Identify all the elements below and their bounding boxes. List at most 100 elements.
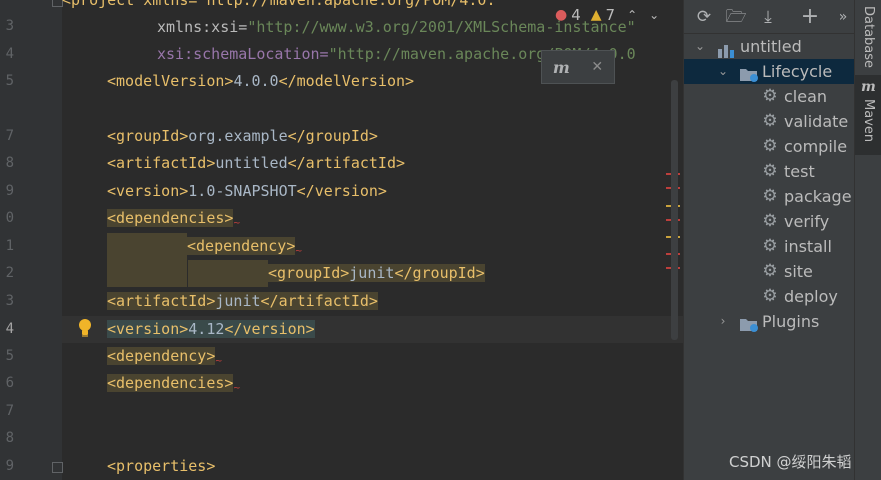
generate-sources-folder-icon[interactable]: 🗁 [725,6,747,28]
line-gutter: 3 4 5 7 8 9 0 1 2 3 4 5 6 7 8 9 [0,0,63,480]
line-number: 9 [5,458,14,474]
code-line-properties: <properties> [62,453,683,480]
xml-tag: </groupId> [287,127,378,145]
lifecycle-folder-icon [739,65,758,82]
tree-item-goal[interactable]: ⚙ test [684,159,855,184]
xml-tag: <artifactId> [107,154,216,172]
error-squiggle: ~ [233,381,241,394]
maven-icon: m [861,79,876,95]
gear-icon: ⚙ [762,86,778,106]
xml-attr: xsi:schemaLocation= [157,45,329,63]
chevron-down-icon[interactable]: ⌄ [717,59,729,84]
chevron-right-icon[interactable]: › [717,309,729,334]
vertical-scrollbar[interactable] [671,80,678,340]
line-number: 8 [5,430,14,446]
xml-tag: <artifactId> [107,292,216,310]
line-number: 7 [5,403,14,419]
tree-item-label: Plugins [762,312,820,331]
code-line-version: <version>1.0-SNAPSHOT</version> [62,178,683,205]
tree-item-goal[interactable]: ⚙ clean [684,84,855,109]
maven-project-icon [717,40,735,58]
error-count: 4 [571,6,581,24]
tree-item-project[interactable]: ⌄ untitled [684,34,855,59]
gear-icon: ⚙ [762,136,778,156]
close-icon[interactable]: ✕ [591,59,603,75]
line-number: 3 [5,18,14,34]
line-number: 3 [5,293,14,309]
watermark: CSDN @绥阳朱韬 [729,453,852,471]
tree-item-label: Lifecycle [762,62,833,81]
xml-tag: <dependencies> [107,374,234,392]
maven-tool-window: ⟳ 🗁 ⤓ + » ⌄ untitled ⌄ Lifecycle ⚙ clean … [683,0,855,480]
tree-item-goal[interactable]: ⚙ compile [684,134,855,159]
tree-item-goal[interactable]: ⚙ install [684,234,855,259]
code-line-group-id: <groupId>org.example</groupId> [62,123,683,150]
maven-toolbar: ⟳ 🗁 ⤓ + » [684,0,855,34]
code-line-dependencies-open: <dependencies>~ [62,205,683,232]
tree-item-label: install [784,237,832,256]
xml-tag: </artifactId> [287,154,406,172]
tree-item-label: untitled [740,37,802,56]
tab-maven[interactable]: m Maven [855,75,881,155]
add-icon[interactable]: + [799,6,821,28]
gear-icon: ⚙ [762,161,778,181]
lightbulb-icon[interactable] [77,318,93,338]
tree-item-goal[interactable]: ⚙ deploy [684,284,855,309]
xml-tag: <properties> [107,457,216,475]
right-tool-rail: Database m Maven [854,0,881,480]
tree-item-label: clean [784,87,828,106]
inspection-widget[interactable]: ● 4 ▲ 7 ⌃ ⌄ [555,4,659,26]
xml-attr: xmlns:xsi= [157,18,248,36]
xml-tag: <dependency> [187,237,296,255]
error-squiggle: ~ [233,216,241,229]
line-number: 2 [5,265,14,281]
error-squiggle: ~ [295,244,302,257]
xml-text: untitled [215,154,288,172]
tree-item-goal[interactable]: ⚙ site [684,259,855,284]
line-number: 6 [5,375,14,391]
xml-text: 4.0.0 [233,72,279,90]
xml-tag: <modelVersion> [107,72,234,90]
tree-item-goal[interactable]: ⚙ package [684,184,855,209]
tab-label: Database [861,6,876,69]
gear-icon: ⚙ [762,286,778,306]
xml-tag: <version> [107,320,189,338]
code-line-dependencies-close: <dependencies>~ [62,370,683,397]
error-icon: ● [555,7,568,23]
maven-reload-icon[interactable]: m [553,58,570,77]
plugins-folder-icon [739,315,758,332]
gear-icon: ⚙ [762,111,778,131]
line-number: 4 [5,46,14,62]
tree-item-label: site [784,262,813,281]
line-number: 5 [5,73,14,89]
more-actions-icon[interactable]: » [832,6,854,28]
tab-label: Maven [861,99,876,143]
line-number: 0 [5,210,14,226]
tree-item-goal[interactable]: ⚙ validate [684,109,855,134]
code-line-dependency-close: <dependency>~ [62,343,683,370]
code-editor[interactable]: 3 4 5 7 8 9 0 1 2 3 4 5 6 7 8 9 <project… [0,0,683,480]
line-number: 9 [5,183,14,199]
tree-item-plugins[interactable]: › Plugins [684,309,855,334]
gear-icon: ⚙ [762,236,778,256]
tree-item-goal[interactable]: ⚙ verify [684,209,855,234]
code-line-dep-version: <version>4.12</version> [62,316,683,343]
tab-database[interactable]: Database [855,0,881,70]
xml-tag: <groupId> [107,127,189,145]
previous-highlight-icon[interactable]: ⌃ [627,8,637,22]
chevron-down-icon[interactable]: ⌄ [694,34,706,59]
reload-icon[interactable]: ⟳ [693,6,715,28]
xml-tag: <dependencies> [107,209,234,227]
warning-count: 7 [605,6,616,24]
code-line-dep-artifact-id: <artifactId>junit</artifactId> [62,288,683,315]
line-number-current: 4 [5,321,14,337]
line-number: 7 [5,128,14,144]
next-highlight-icon[interactable]: ⌄ [649,8,659,22]
download-icon[interactable]: ⤓ [757,6,779,28]
xml-tag: <groupId> [268,264,350,282]
xml-tag: <version> [107,182,189,200]
tree-item-lifecycle[interactable]: ⌄ Lifecycle [684,59,855,84]
code-line-dependency-open: <dependency>~ [62,233,683,260]
gear-icon: ⚙ [762,261,778,281]
tree-item-label: verify [784,212,830,231]
